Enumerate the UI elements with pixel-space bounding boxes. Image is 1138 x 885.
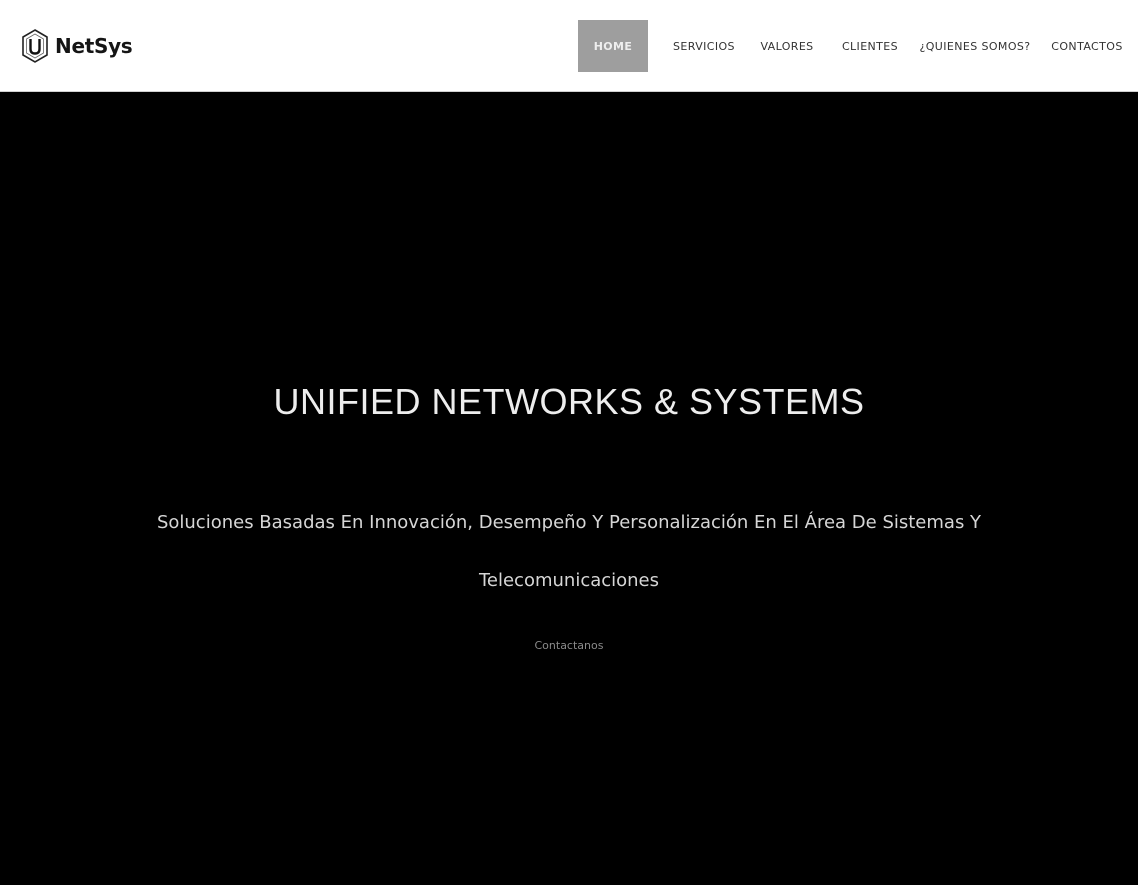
nav-item-quienes-somos[interactable]: ¿QUIENES SOMOS?: [914, 20, 1036, 72]
brand-link[interactable]: NetSys: [20, 28, 133, 64]
hero-subtitle: Soluciones Basadas En Innovación, Desemp…: [156, 512, 982, 591]
contact-us-link[interactable]: Contactanos: [0, 639, 1138, 652]
u-hexagon-logo-icon: [22, 29, 48, 63]
nav-menu: HOME SERVICIOS VALORES CLIENTES ¿QUIENES…: [578, 20, 1138, 72]
nav-item-valores[interactable]: VALORES: [748, 20, 826, 72]
brand-name: NetSys: [55, 34, 133, 58]
nav-item-home[interactable]: HOME: [578, 20, 648, 72]
navbar: NetSys HOME SERVICIOS VALORES CLIENTES ¿…: [0, 0, 1138, 92]
hero-title: UNIFIED NETWORKS & SYSTEMS: [273, 381, 865, 422]
hero-section: UNIFIED NETWORKS & SYSTEMS Soluciones Ba…: [0, 92, 1138, 885]
nav-item-contactos[interactable]: CONTACTOS: [1036, 20, 1138, 72]
nav-item-clientes[interactable]: CLIENTES: [826, 20, 914, 72]
nav-item-servicios[interactable]: SERVICIOS: [660, 20, 748, 72]
